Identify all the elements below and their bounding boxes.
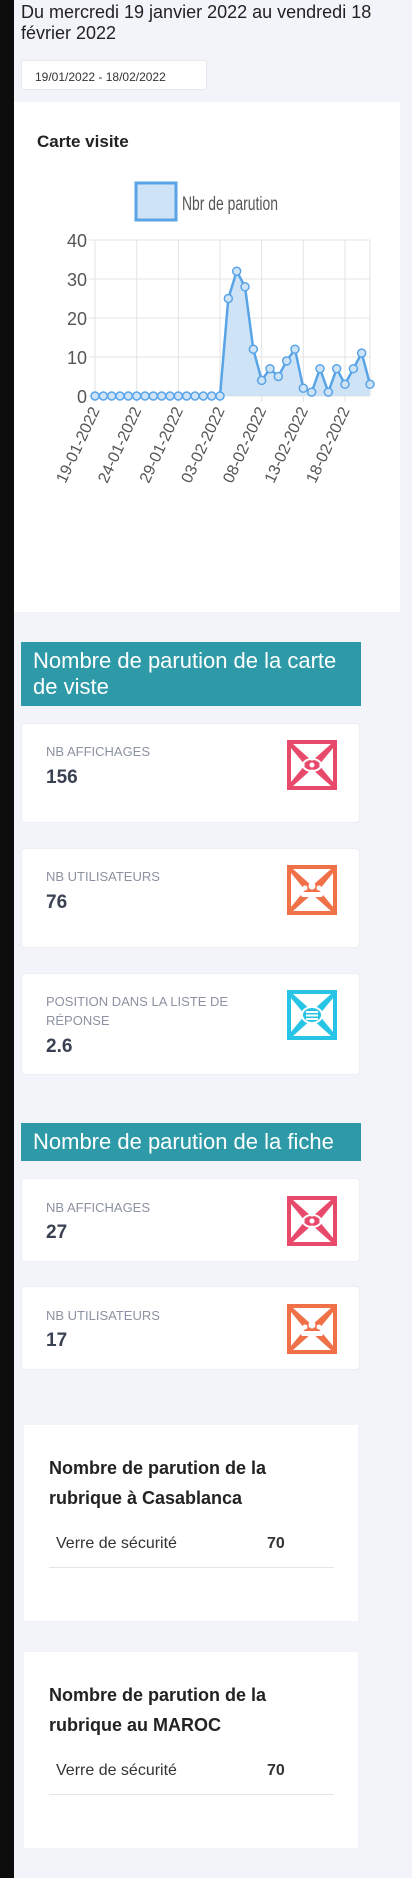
- rubric-value: 70: [267, 1762, 285, 1779]
- data-point: [248, 344, 259, 354]
- data-point: [148, 391, 159, 401]
- data-point: [265, 363, 275, 374]
- stat-card-affichages: NB AFFICHAGES 156: [21, 723, 360, 823]
- left-edge-bar: [0, 0, 14, 1878]
- data-point: [90, 391, 100, 401]
- chart-card: Carte visite 40 30 20 10 0 19-01-2022 24-01-2…: [14, 102, 400, 612]
- data-point: [290, 344, 300, 354]
- rubric-card-casablanca: Nombre de parution de la rubrique à Casa…: [24, 1425, 358, 1621]
- chart-y-ticks: 40 30 20 10 0: [67, 231, 87, 407]
- x-tick-label: 03-02-2022: [179, 404, 229, 485]
- stat-label: POSITION DANS LA LISTE DE RÉPONSE: [46, 994, 229, 1028]
- users-icon: [287, 865, 337, 915]
- rubric-name: Verre de sécurité: [56, 1535, 177, 1552]
- data-point: [348, 363, 359, 374]
- stat-value: 76: [46, 892, 68, 913]
- date-range-input[interactable]: 19/01/2022 - 18/02/2022: [21, 60, 207, 90]
- data-point: [131, 391, 142, 401]
- rubric-title: Nombre de parution de la rubrique à Casa…: [49, 1458, 267, 1508]
- data-point: [315, 363, 325, 374]
- rubric-value: 70: [267, 1535, 285, 1552]
- x-tick-label: 18-02-2022: [304, 404, 354, 485]
- data-point: [98, 391, 109, 401]
- visits-chart: 40 30 20 10 0 19-01-202224-01-202229-01-2022…: [54, 181, 375, 486]
- data-point: [198, 391, 209, 401]
- x-tick-label: 13-02-2022: [262, 404, 312, 485]
- stat-card-fiche-affichages: NB AFFICHAGES 27: [21, 1178, 360, 1262]
- data-point: [223, 293, 234, 304]
- stat-label: NB AFFICHAGES: [46, 1200, 151, 1215]
- data-point: [323, 387, 334, 397]
- y-tick-label: 40: [67, 231, 87, 251]
- section-banner-fiche: Nombre de parution de la fiche: [21, 1123, 361, 1161]
- stat-card-position: POSITION DANS LA LISTE DE RÉPONSE 2.6: [21, 973, 360, 1075]
- data-point: [331, 363, 342, 374]
- rubric-title: Nombre de parution de la rubrique au MAR…: [49, 1685, 267, 1735]
- data-point: [240, 282, 250, 292]
- stat-card-utilisateurs: NB UTILISATEURS 76: [21, 848, 360, 948]
- data-point: [165, 391, 175, 401]
- data-point: [181, 391, 192, 401]
- data-point: [365, 379, 375, 390]
- stat-value: 2.6: [46, 1036, 73, 1057]
- data-point: [273, 371, 284, 382]
- chart-x-ticks: 19-01-202224-01-202229-01-202203-02-2022…: [54, 404, 354, 485]
- data-point: [340, 379, 350, 390]
- section-banner-carte: Nombre de parution de la carte de viste: [21, 642, 361, 706]
- stat-value: 17: [46, 1330, 68, 1351]
- stat-value: 27: [46, 1222, 68, 1243]
- y-tick-label: 20: [67, 309, 87, 329]
- chart-legend[interactable]: Nbr de parution: [134, 181, 278, 222]
- stat-label: NB UTILISATEURS: [46, 869, 160, 884]
- stat-value: 156: [46, 767, 78, 788]
- x-tick-label: 19-01-2022: [54, 404, 104, 485]
- period-title: Du mercredi 19 janvier 2022 au vendredi …: [21, 2, 372, 43]
- y-tick-label: 30: [67, 270, 87, 290]
- data-point: [215, 391, 225, 401]
- data-point: [281, 356, 292, 366]
- table-row: Verre de sécurité 70: [49, 1529, 334, 1568]
- data-point: [140, 391, 150, 401]
- list-icon: [287, 990, 337, 1040]
- rubric-card-maroc: Nombre de parution de la rubrique au MAR…: [24, 1652, 358, 1848]
- stat-card-fiche-utilisateurs: NB UTILISATEURS 17: [21, 1286, 360, 1370]
- data-point: [356, 348, 367, 358]
- data-point: [156, 391, 167, 401]
- data-point: [256, 375, 267, 386]
- legend-label: Nbr de parution: [182, 194, 278, 215]
- rubric-name: Verre de sécurité: [56, 1762, 177, 1779]
- legend-swatch: [134, 181, 178, 222]
- x-tick-label: 08-02-2022: [220, 404, 270, 485]
- data-point: [306, 387, 317, 397]
- x-tick-label: 29-01-2022: [137, 404, 187, 485]
- y-tick-label: 10: [67, 348, 87, 368]
- stat-label: NB UTILISATEURS: [46, 1308, 160, 1323]
- data-point: [106, 391, 117, 401]
- y-tick-label: 0: [77, 387, 87, 407]
- data-point: [115, 391, 125, 401]
- table-row: Verre de sécurité 70: [49, 1756, 334, 1795]
- data-point: [190, 391, 200, 401]
- x-tick-label: 24-01-2022: [95, 404, 145, 485]
- eye-icon: [287, 1196, 337, 1246]
- users-icon: [287, 1304, 337, 1354]
- eye-icon: [287, 740, 337, 790]
- data-point: [173, 391, 184, 401]
- data-point: [206, 391, 217, 401]
- stat-label: NB AFFICHAGES: [46, 744, 151, 759]
- data-point: [123, 391, 134, 401]
- data-point: [298, 383, 309, 393]
- data-point: [231, 266, 242, 276]
